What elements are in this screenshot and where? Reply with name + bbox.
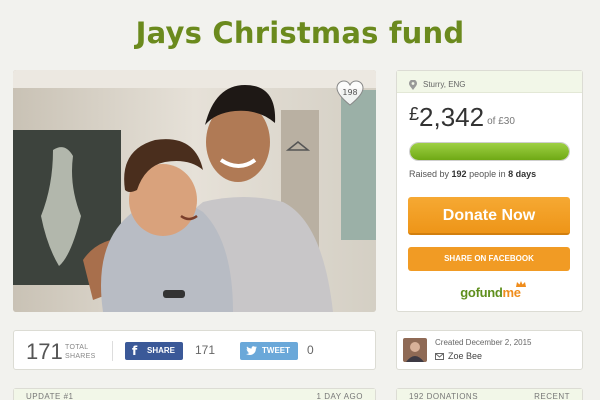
facebook-share-button[interactable]: f SHARE: [125, 342, 183, 360]
donations-sort[interactable]: RECENT: [534, 392, 570, 400]
currency-symbol: £: [409, 104, 420, 124]
tweet-button[interactable]: TWEET: [240, 342, 298, 360]
avatar[interactable]: [403, 338, 427, 362]
heart-button[interactable]: 198: [336, 80, 364, 106]
tweet-count: 0: [307, 343, 314, 357]
share-on-facebook-button[interactable]: SHARE ON FACEBOOK: [408, 247, 570, 271]
update-card: UPDATE #1 1 DAY AGO: [13, 388, 376, 400]
facebook-icon: f: [132, 344, 138, 358]
donations-card: 192 DONATIONS RECENT: [396, 388, 583, 400]
donation-card: Sturry, ENG £ 2,342 of £30 Raised by 192…: [396, 70, 583, 312]
donate-now-button[interactable]: Donate Now: [408, 197, 570, 235]
location-text: Sturry, ENG: [423, 80, 466, 89]
creator-card: Created December 2, 2015 Zoe Bee: [396, 330, 583, 370]
progress-fill: [410, 143, 569, 160]
divider: [112, 341, 113, 361]
twitter-bird-icon: [246, 346, 257, 356]
goal-text: of £30: [487, 116, 515, 127]
creator-name-row[interactable]: Zoe Bee: [435, 351, 482, 361]
amount-value: 2,342: [419, 102, 485, 132]
progress-bar: [409, 142, 570, 161]
facebook-share-count: 171: [195, 343, 216, 357]
crown-icon: [516, 281, 526, 287]
location-pin-icon: [409, 79, 417, 90]
campaign-photo: 198: [13, 70, 376, 312]
update-ago: 1 DAY AGO: [316, 392, 363, 400]
campaign-title: Jays Christmas fund: [135, 16, 465, 50]
total-shares-count: 171: [26, 339, 63, 364]
creator-name: Zoe Bee: [448, 351, 483, 361]
created-date: Created December 2, 2015: [435, 338, 532, 347]
location-bar: Sturry, ENG: [397, 71, 582, 93]
mail-icon: [435, 352, 444, 360]
total-shares-label: TOTAL SHARES: [65, 344, 96, 360]
avatar-image: [403, 338, 427, 362]
raised-summary: Raised by 192 people in 8 days: [409, 169, 537, 179]
share-bar: 171 TOTAL SHARES f SHARE 171 TWEET 0: [13, 330, 376, 370]
gofundme-logo[interactable]: gofundme: [397, 281, 584, 300]
campaign-photo-image: [13, 70, 376, 312]
amount-raised: £ 2,342 of £30: [409, 104, 515, 130]
heart-count: 198: [342, 88, 358, 97]
